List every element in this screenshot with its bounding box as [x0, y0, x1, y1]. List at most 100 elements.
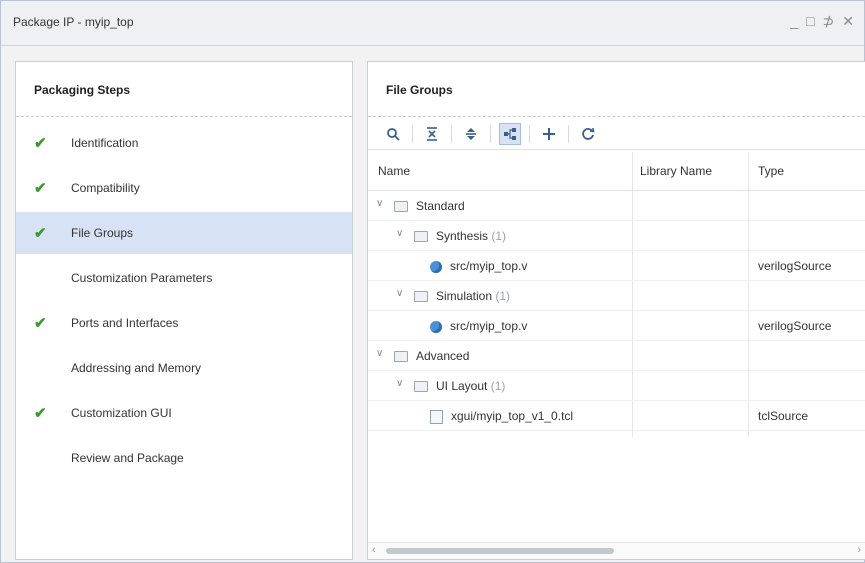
step-item[interactable]: ✔ Compatibility: [16, 167, 352, 209]
float-icon[interactable]: ⊅: [823, 13, 835, 30]
step-label: Identification: [71, 136, 139, 150]
step-label: Review and Package: [71, 451, 184, 465]
item-count: (1): [495, 289, 511, 303]
window-controls: _ □ ⊅ ✕: [790, 13, 854, 30]
item-name: Advanced: [416, 349, 470, 363]
add-icon[interactable]: [538, 123, 560, 145]
scroll-left-icon[interactable]: ‹: [372, 544, 376, 556]
name-cell: xgui/myip_top_v1_0.tcl: [430, 409, 573, 424]
tcl-file-icon: [430, 409, 443, 424]
item-count: (1): [490, 379, 506, 393]
type-cell: verilogSource: [758, 259, 832, 273]
packaging-steps-panel: Packaging Steps ✔ Identification ✔ Compatib…: [15, 61, 353, 560]
table-row[interactable]: ∨ Synthesis (1): [368, 221, 865, 251]
hierarchy-icon[interactable]: [499, 122, 521, 145]
verilog-file-icon: [430, 320, 442, 333]
step-item[interactable]: Addressing and Memory: [16, 347, 352, 389]
maximize-icon[interactable]: □: [806, 13, 814, 30]
collapse-all-icon[interactable]: [421, 123, 443, 145]
name-cell: src/myip_top.v: [430, 259, 527, 273]
step-label: Compatibility: [71, 181, 140, 195]
window-title: Package IP - myip_top: [13, 15, 134, 29]
step-item[interactable]: ✔ Customization GUI: [16, 392, 352, 434]
file-groups-title: File Groups: [386, 83, 453, 97]
table-header: Name Library Name Type: [368, 152, 865, 191]
table-row[interactable]: ∨ Advanced: [368, 341, 865, 371]
table-row[interactable]: src/myip_top.v verilogSource: [368, 251, 865, 281]
item-name: Synthesis: [436, 229, 489, 243]
name-cell: Simulation (1): [414, 289, 510, 303]
item-name: src/myip_top.v: [450, 319, 528, 333]
chevron-down-icon[interactable]: ∨: [376, 348, 383, 359]
folder-icon: [414, 231, 428, 243]
scroll-right-icon[interactable]: ›: [857, 544, 861, 556]
minimize-icon[interactable]: _: [790, 13, 798, 30]
toolbar-separator: [568, 124, 569, 143]
type-cell: tclSource: [758, 409, 809, 423]
title-bar: Package IP - myip_top _ □ ⊅ ✕: [1, 1, 864, 46]
column-type-header[interactable]: Type: [758, 164, 784, 178]
name-cell: Synthesis (1): [414, 229, 506, 243]
step-item[interactable]: Review and Package: [16, 437, 352, 479]
table-body: ∨ Standard ∨ Synthesis (1) src/myip_top.v ver…: [368, 191, 865, 431]
table-row[interactable]: xgui/myip_top_v1_0.tcl tclSource: [368, 401, 865, 431]
panel-header: Packaging Steps: [16, 62, 352, 117]
folder-icon: [394, 351, 408, 363]
chevron-down-icon[interactable]: ∨: [396, 378, 403, 389]
column-name-header[interactable]: Name: [378, 164, 410, 178]
name-cell: Standard: [394, 199, 465, 213]
step-label: Customization Parameters: [71, 271, 213, 285]
item-count: (1): [491, 229, 507, 243]
file-groups-table: Name Library Name Type ∨ Standard ∨ Synthes…: [368, 152, 865, 437]
checkmark-icon: ✔: [34, 225, 47, 242]
close-icon[interactable]: ✕: [842, 13, 854, 30]
folder-icon: [414, 291, 428, 303]
scrollbar-thumb[interactable]: [386, 548, 614, 554]
step-label: Addressing and Memory: [71, 361, 202, 375]
chevron-down-icon[interactable]: ∨: [396, 288, 403, 299]
item-name: UI Layout: [436, 379, 488, 393]
checkmark-icon: ✔: [34, 405, 47, 422]
expand-all-icon[interactable]: [460, 123, 482, 145]
step-label: Customization GUI: [71, 406, 172, 420]
search-icon[interactable]: [382, 123, 404, 145]
table-row[interactable]: ∨ UI Layout (1): [368, 371, 865, 401]
step-item[interactable]: ✔ Ports and Interfaces: [16, 302, 352, 344]
toolbar-separator: [412, 124, 413, 143]
table-row[interactable]: ∨ Simulation (1): [368, 281, 865, 311]
name-cell: UI Layout (1): [414, 379, 505, 393]
type-cell: verilogSource: [758, 319, 832, 333]
checkmark-icon: ✔: [34, 135, 47, 152]
name-cell: src/myip_top.v: [430, 319, 527, 333]
file-groups-panel: File Groups Name Library Name Type ∨ Sta…: [367, 61, 865, 560]
step-label: Ports and Interfaces: [71, 316, 179, 330]
item-name: Simulation: [436, 289, 493, 303]
file-groups-toolbar: [368, 118, 865, 150]
verilog-file-icon: [430, 260, 442, 273]
table-row[interactable]: src/myip_top.v verilogSource: [368, 311, 865, 341]
checkmark-icon: ✔: [34, 180, 47, 197]
step-item[interactable]: ✔ Identification: [16, 122, 352, 164]
folder-icon: [394, 201, 408, 213]
package-ip-window: Package IP - myip_top _ □ ⊅ ✕ Packaging …: [0, 0, 865, 563]
toolbar-separator: [451, 124, 452, 143]
item-name: xgui/myip_top_v1_0.tcl: [451, 409, 574, 423]
chevron-down-icon[interactable]: ∨: [396, 228, 403, 239]
toolbar-separator: [490, 124, 491, 143]
item-name: src/myip_top.v: [450, 259, 528, 273]
checkmark-icon: ✔: [34, 315, 47, 332]
toolbar-separator: [529, 124, 530, 143]
folder-icon: [414, 381, 428, 393]
step-item[interactable]: Customization Parameters: [16, 257, 352, 299]
column-library-header[interactable]: Library Name: [640, 164, 712, 178]
item-name: Standard: [416, 199, 465, 213]
table-row[interactable]: ∨ Standard: [368, 191, 865, 221]
horizontal-scrollbar[interactable]: ‹ ›: [368, 542, 865, 559]
refresh-icon[interactable]: [577, 123, 599, 145]
step-item[interactable]: ✔ File Groups: [16, 212, 352, 254]
name-cell: Advanced: [394, 349, 469, 363]
step-label: File Groups: [71, 226, 134, 240]
panel-header: File Groups: [368, 62, 865, 117]
chevron-down-icon[interactable]: ∨: [376, 198, 383, 209]
packaging-steps-title: Packaging Steps: [34, 83, 131, 97]
